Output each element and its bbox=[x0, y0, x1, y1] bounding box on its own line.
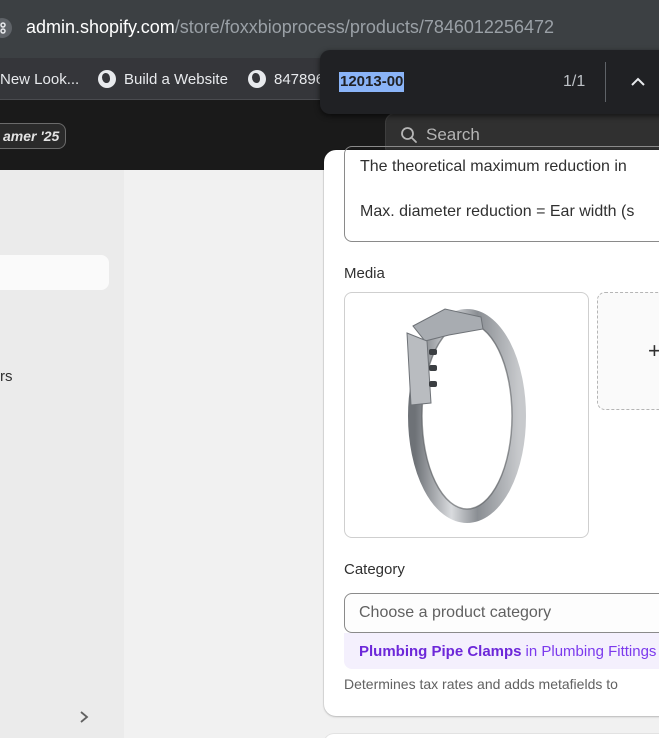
suggestion-category: Plumbing Pipe Clamps bbox=[359, 642, 522, 660]
url-text[interactable]: admin.shopify.com/store/foxxbioprocess/p… bbox=[26, 17, 554, 38]
search-placeholder: Search bbox=[426, 125, 480, 144]
find-divider bbox=[605, 62, 606, 102]
event-badge[interactable]: amer '25 bbox=[0, 123, 67, 149]
find-match-count: 1/1 bbox=[563, 73, 586, 90]
globe-icon bbox=[248, 70, 266, 88]
hose-clamp-image bbox=[406, 308, 526, 523]
product-card: The theoretical maximum reduction in Max… bbox=[324, 146, 659, 716]
bookmark-label: New Look... bbox=[0, 70, 80, 88]
globe-icon bbox=[98, 70, 116, 88]
suggestion-parent: in Plumbing Fittings bbox=[525, 642, 657, 660]
site-settings-icon[interactable] bbox=[0, 18, 12, 38]
bookmark-label: 847896 bbox=[274, 70, 325, 88]
sidebar-item-label[interactable]: rs bbox=[0, 368, 13, 385]
chevron-up-icon[interactable] bbox=[628, 72, 648, 92]
category-input[interactable]: Choose a product category bbox=[344, 593, 659, 633]
sidebar-item-selected[interactable] bbox=[0, 255, 109, 290]
bookmark-build-a-website[interactable]: Build a Website bbox=[98, 66, 228, 92]
url-host: admin.shopify.com bbox=[26, 17, 175, 37]
category-helper-text: Determines tax rates and adds metafields… bbox=[344, 676, 618, 692]
chevron-right-icon[interactable] bbox=[77, 710, 91, 724]
bookmark-label: Build a Website bbox=[124, 70, 228, 88]
admin-sidebar: rs bbox=[0, 170, 124, 738]
product-image[interactable] bbox=[344, 292, 589, 538]
find-query-input[interactable]: 12013-00 bbox=[339, 72, 405, 92]
plus-icon: + bbox=[648, 338, 659, 363]
search-icon bbox=[401, 127, 417, 143]
description-line: Max. diameter reduction = Ear width (s bbox=[360, 203, 635, 220]
add-media-button[interactable]: + bbox=[597, 292, 659, 410]
category-suggestion[interactable]: Plumbing Pipe Clamps in Plumbing Fitting… bbox=[344, 633, 659, 669]
description-editor[interactable]: The theoretical maximum reduction in Max… bbox=[344, 146, 659, 242]
next-card bbox=[324, 734, 659, 738]
find-in-page-bar: 12013-00 1/1 bbox=[320, 50, 659, 114]
description-line: The theoretical maximum reduction in bbox=[360, 158, 627, 175]
category-placeholder: Choose a product category bbox=[359, 604, 552, 621]
url-path: /store/foxxbioprocess/products/784601225… bbox=[174, 17, 554, 37]
media-label: Media bbox=[344, 265, 385, 282]
category-label: Category bbox=[344, 561, 405, 578]
bookmark-847896[interactable]: 847896 bbox=[248, 66, 324, 92]
bookmark-new-look[interactable]: New Look... bbox=[0, 66, 79, 92]
